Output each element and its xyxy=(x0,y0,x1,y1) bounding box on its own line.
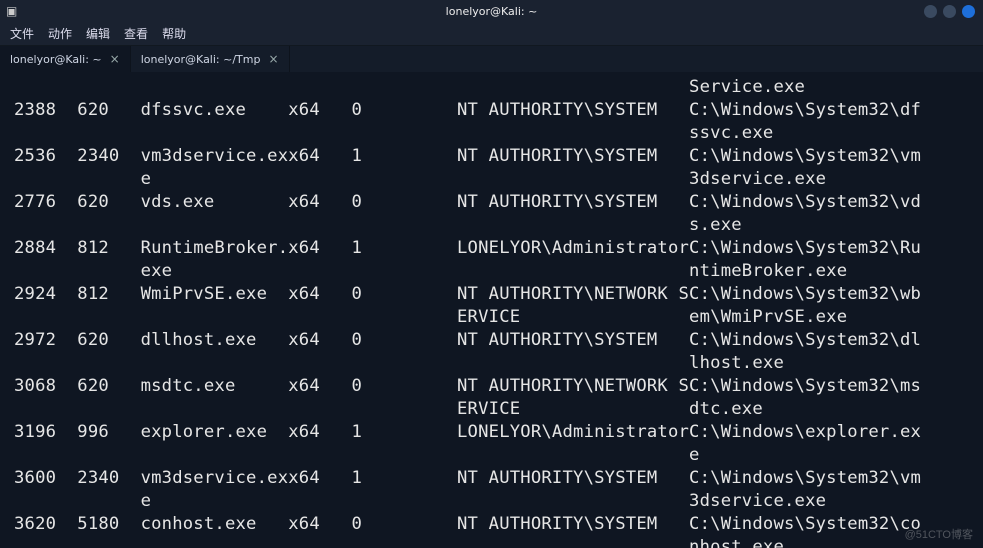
title-bar: ▣ lonelyor@Kali: ~ xyxy=(0,0,983,22)
tab-label: lonelyor@Kali: ~/Tmp xyxy=(141,53,261,66)
close-icon[interactable] xyxy=(962,5,975,18)
close-tab-icon[interactable]: × xyxy=(268,52,278,66)
menu-bar: 文件 动作 编辑 查看 帮助 xyxy=(0,22,983,46)
menu-file[interactable]: 文件 xyxy=(10,25,34,42)
terminal-output[interactable]: Service.exe 2388 620 dfssvc.exe x64 0 NT… xyxy=(0,72,983,548)
tab-label: lonelyor@Kali: ~ xyxy=(10,53,102,66)
window-controls xyxy=(924,5,983,18)
watermark: @51CTO博客 xyxy=(905,526,973,542)
close-tab-icon[interactable]: × xyxy=(110,52,120,66)
app-icon: ▣ xyxy=(0,4,23,18)
menu-actions[interactable]: 动作 xyxy=(48,25,72,42)
maximize-icon[interactable] xyxy=(943,5,956,18)
window-title: lonelyor@Kali: ~ xyxy=(446,5,538,18)
menu-edit[interactable]: 编辑 xyxy=(86,25,110,42)
minimize-icon[interactable] xyxy=(924,5,937,18)
tab-session-1[interactable]: lonelyor@Kali: ~ × xyxy=(0,46,131,72)
tab-bar: lonelyor@Kali: ~ × lonelyor@Kali: ~/Tmp … xyxy=(0,46,983,72)
menu-view[interactable]: 查看 xyxy=(124,25,148,42)
menu-help[interactable]: 帮助 xyxy=(162,25,186,42)
tab-session-2[interactable]: lonelyor@Kali: ~/Tmp × xyxy=(131,46,290,72)
